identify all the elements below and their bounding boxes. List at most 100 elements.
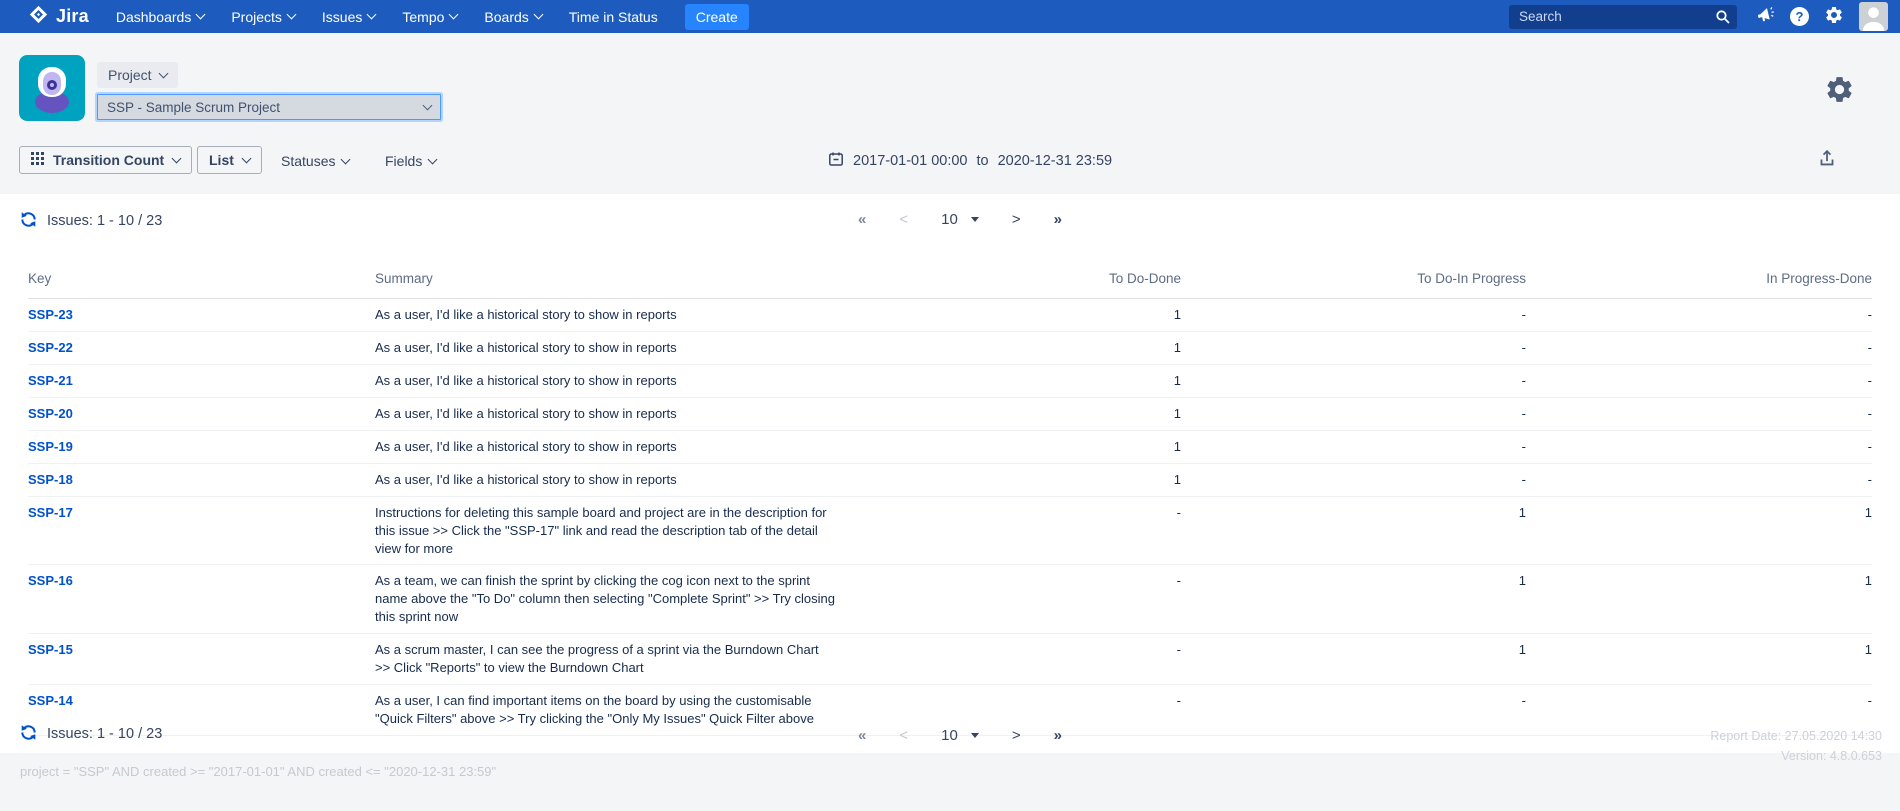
nav-item-issues[interactable]: Issues (322, 9, 375, 25)
todo-done-cell: 1 (855, 364, 1181, 397)
date-range-picker[interactable]: 2017-01-01 00:00 to 2020-12-31 23:59 (828, 151, 1112, 171)
issue-key-cell: SSP-15 (28, 634, 375, 685)
page-size-select[interactable]: 10 (941, 727, 979, 744)
pagination-next-button[interactable]: > (1012, 211, 1021, 228)
metric-selector-label: Transition Count (53, 152, 164, 168)
refresh-button[interactable] (20, 211, 37, 231)
settings-button[interactable] (1824, 5, 1844, 28)
pagination-next-button[interactable]: > (1012, 727, 1021, 744)
nav-item-label: Tempo (402, 9, 444, 25)
chevron-down-icon (449, 10, 459, 20)
view-selector-button[interactable]: List (197, 146, 262, 174)
issue-key-cell: SSP-21 (28, 364, 375, 397)
inprogress-done-cell: - (1526, 430, 1872, 463)
todo-done-cell: 1 (855, 430, 1181, 463)
nav-item-projects[interactable]: Projects (231, 9, 295, 25)
pagination-last-button[interactable]: » (1054, 211, 1062, 228)
project-select[interactable]: SSP - Sample Scrum Project (97, 94, 441, 120)
metric-selector-button[interactable]: Transition Count (19, 146, 192, 174)
search-input[interactable] (1509, 9, 1737, 24)
issue-key-cell: SSP-23 (28, 299, 375, 332)
inprogress-done-cell: - (1526, 299, 1872, 332)
pagination-bottom: « < 10 > » (858, 727, 1062, 744)
todo-done-cell: 1 (855, 463, 1181, 496)
jira-logo[interactable]: Jira (28, 4, 89, 30)
issue-key-link[interactable]: SSP-19 (28, 439, 73, 454)
todo-done-cell: - (855, 496, 1181, 565)
nav-item-tempo[interactable]: Tempo (402, 9, 457, 25)
date-separator: to (977, 153, 989, 169)
user-menu-button[interactable] (1859, 2, 1888, 31)
report-settings-button[interactable] (1824, 74, 1855, 108)
export-button[interactable] (1818, 149, 1836, 170)
issue-key-link[interactable]: SSP-14 (28, 693, 73, 708)
issue-key-link[interactable]: SSP-20 (28, 406, 73, 421)
table-row: SSP-18 As a user, I'd like a historical … (28, 463, 1872, 496)
pagination-last-button[interactable]: » (1054, 727, 1062, 744)
dropdown-arrow-icon (971, 733, 979, 738)
nav-item-dashboards[interactable]: Dashboards (116, 9, 205, 25)
statuses-dropdown[interactable]: Statuses (281, 153, 349, 169)
issues-count-label: Issues: 1 - 10 / 23 (47, 213, 162, 229)
chevron-down-icon (241, 153, 251, 163)
pagination-prev-button[interactable]: < (899, 727, 908, 744)
todo-done-cell: 1 (855, 397, 1181, 430)
top-navbar: Jira Dashboards Projects Issues Tempo Bo… (0, 0, 1900, 33)
column-header-inprogress-done: In Progress-Done (1526, 263, 1872, 299)
issue-summary-cell: As a scrum master, I can see the progres… (375, 634, 855, 685)
issue-key-link[interactable]: SSP-15 (28, 642, 73, 657)
table-row: SSP-22 As a user, I'd like a historical … (28, 331, 1872, 364)
issue-key-link[interactable]: SSP-16 (28, 573, 73, 588)
help-button[interactable]: ? (1790, 7, 1809, 26)
nav-item-label: Projects (231, 9, 282, 25)
todo-inprogress-cell: - (1181, 463, 1526, 496)
refresh-button[interactable] (20, 724, 37, 744)
search-icon[interactable] (1715, 9, 1731, 30)
issue-key-cell: SSP-16 (28, 565, 375, 634)
todo-inprogress-cell: - (1181, 331, 1526, 364)
pagination-prev-button[interactable]: < (899, 211, 908, 228)
issue-key-link[interactable]: SSP-18 (28, 472, 73, 487)
chevron-down-icon (341, 154, 351, 164)
inprogress-done-cell: 1 (1526, 496, 1872, 565)
issues-count-row-top: Issues: 1 - 10 / 23 (20, 211, 162, 231)
inprogress-done-cell: 1 (1526, 565, 1872, 634)
inprogress-done-cell: 1 (1526, 634, 1872, 685)
table-row: SSP-20 As a user, I'd like a historical … (28, 397, 1872, 430)
gear-icon (1824, 5, 1844, 28)
pagination-first-button[interactable]: « (858, 211, 866, 228)
export-icon (1818, 155, 1836, 170)
date-to: 2020-12-31 23:59 (998, 153, 1113, 169)
table-row: SSP-21 As a user, I'd like a historical … (28, 364, 1872, 397)
project-scope-button[interactable]: Project (97, 62, 178, 88)
chevron-down-icon (286, 10, 296, 20)
todo-done-cell: - (855, 565, 1181, 634)
help-icon: ? (1790, 7, 1809, 26)
gear-icon (1824, 93, 1855, 108)
announcement-button[interactable] (1756, 6, 1775, 28)
nav-item-boards[interactable]: Boards (484, 9, 541, 25)
column-header-todo-done: To Do-Done (855, 263, 1181, 299)
todo-inprogress-cell: 1 (1181, 634, 1526, 685)
statuses-label: Statuses (281, 153, 335, 169)
create-button[interactable]: Create (685, 4, 749, 30)
column-header-summary: Summary (375, 263, 855, 299)
issue-key-link[interactable]: SSP-23 (28, 307, 73, 322)
issue-key-link[interactable]: SSP-17 (28, 505, 73, 520)
column-header-key: Key (28, 263, 375, 299)
todo-done-cell: - (855, 634, 1181, 685)
calendar-icon (828, 151, 844, 171)
fields-dropdown[interactable]: Fields (385, 153, 436, 169)
issue-key-link[interactable]: SSP-21 (28, 373, 73, 388)
navbar-right: ? (1509, 2, 1888, 31)
table-row: SSP-17 Instructions for deleting this sa… (28, 496, 1872, 565)
nav-item-time-in-status[interactable]: Time in Status (569, 9, 658, 25)
page-size-select[interactable]: 10 (941, 211, 979, 228)
query-strip: project = "SSP" AND created >= "2017-01-… (0, 753, 1900, 811)
issue-summary-cell: As a user, I'd like a historical story t… (375, 331, 855, 364)
inprogress-done-cell: - (1526, 397, 1872, 430)
pagination-first-button[interactable]: « (858, 727, 866, 744)
pagination-top: « < 10 > » (858, 211, 1062, 228)
issue-key-link[interactable]: SSP-22 (28, 340, 73, 355)
issue-summary-cell: As a user, I'd like a historical story t… (375, 299, 855, 332)
